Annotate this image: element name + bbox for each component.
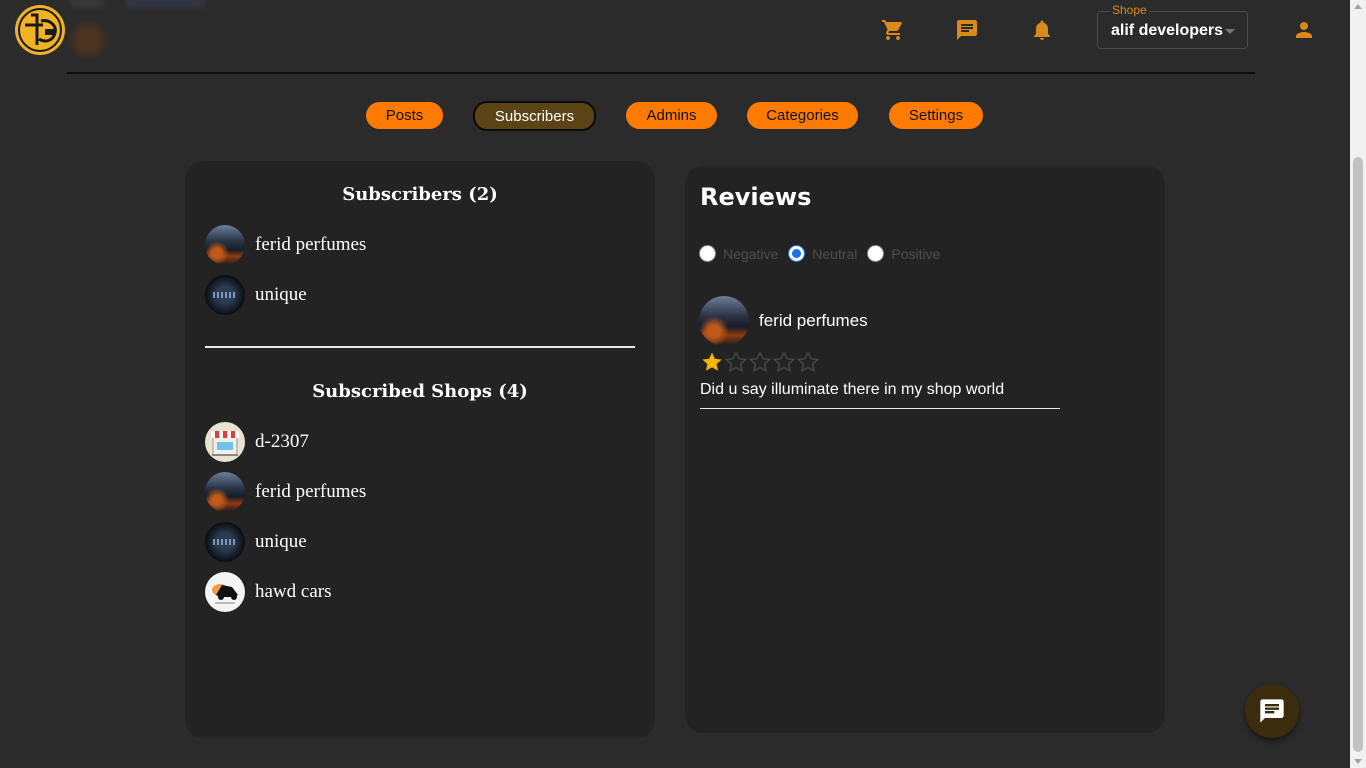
chat-icon[interactable] [953, 16, 981, 44]
scroll-down-icon[interactable] [1354, 759, 1362, 764]
review-author[interactable]: ferid perfumes [699, 296, 868, 346]
star-empty-icon [748, 350, 772, 373]
bell-icon[interactable] [1028, 16, 1056, 44]
tab-admins[interactable]: Admins [626, 102, 717, 129]
avatar [699, 296, 749, 346]
shop-name: unique [255, 531, 307, 552]
avatar [205, 572, 245, 612]
chat-fab-icon [1260, 699, 1284, 723]
star-empty-icon [796, 350, 820, 373]
shop-front-icon [211, 431, 239, 456]
shop-name: d-2307 [255, 431, 309, 452]
shop-item[interactable]: unique [205, 522, 307, 562]
review-filter-group: Negative Neutral Positive [699, 245, 950, 262]
avatar [205, 275, 245, 315]
subscriber-name: unique [255, 284, 307, 305]
scrollbar-thumb[interactable] [1353, 157, 1363, 752]
star-empty-icon [772, 350, 796, 373]
star-empty-icon [724, 350, 748, 373]
tab-settings[interactable]: Settings [889, 102, 983, 129]
filter-negative[interactable]: Negative [699, 245, 778, 262]
tab-subscribers[interactable]: Subscribers [473, 101, 596, 131]
avatar [205, 522, 245, 562]
subscribed-shops-title: Subscribed Shops (4) [312, 381, 528, 402]
radio-label: Neutral [812, 245, 858, 262]
review-author-name: ferid perfumes [759, 311, 868, 330]
section-divider [205, 346, 635, 348]
subscriber-name: ferid perfumes [255, 234, 367, 255]
tab-categories[interactable]: Categories [747, 102, 858, 129]
subscriber-item[interactable]: unique [205, 275, 307, 315]
shop-item[interactable]: d-2307 [205, 422, 309, 462]
subscriber-item[interactable]: ferid perfumes [205, 225, 366, 265]
faded-background-element [72, 24, 104, 56]
radio-label: Positive [891, 245, 941, 262]
reviews-title: Reviews [700, 183, 812, 211]
review-divider [700, 408, 1060, 409]
faded-background-element [70, 0, 104, 8]
logo-mark-icon [18, 8, 62, 52]
user-icon[interactable] [1290, 16, 1318, 44]
radio-button[interactable] [699, 245, 716, 262]
tab-posts[interactable]: Posts [366, 102, 443, 129]
review-text: Did u say illuminate there in my shop wo… [700, 381, 1005, 398]
avatar [205, 225, 245, 265]
filter-neutral[interactable]: Neutral [788, 245, 857, 262]
top-app-bar: Shope alif developers [0, 0, 1350, 75]
avatar [205, 472, 245, 512]
scroll-up-icon[interactable] [1354, 4, 1362, 9]
shop-item[interactable]: ferid perfumes [205, 472, 366, 512]
cart-icon[interactable] [879, 16, 907, 44]
shop-selector[interactable]: Shope alif developers [1097, 3, 1248, 49]
shop-selector-value: alif developers [1111, 22, 1224, 39]
app-logo[interactable] [15, 5, 65, 55]
subscribers-panel: Subscribers (2) ferid perfumes unique Su… [185, 161, 655, 738]
faded-background-element [125, 0, 205, 8]
chevron-down-icon [1225, 29, 1235, 34]
reviews-panel: Reviews Negative Neutral Positive ferid … [685, 166, 1165, 733]
filter-positive[interactable]: Positive [867, 245, 940, 262]
car-logo-icon [212, 584, 238, 604]
header-divider [67, 72, 1255, 74]
page-scrollbar[interactable] [1350, 0, 1366, 768]
subscribers-title: Subscribers (2) [342, 184, 498, 205]
star-filled-icon [702, 352, 722, 371]
avatar [205, 422, 245, 462]
star-rating [700, 350, 820, 374]
shop-name: ferid perfumes [255, 481, 367, 502]
shop-item[interactable]: hawd cars [205, 572, 332, 612]
shop-name: hawd cars [255, 581, 332, 602]
radio-button[interactable] [788, 245, 806, 262]
radio-button[interactable] [867, 245, 885, 262]
shop-selector-label: Shope [1110, 3, 1149, 17]
chat-fab-button[interactable] [1245, 684, 1299, 738]
radio-label: Negative [723, 245, 779, 262]
